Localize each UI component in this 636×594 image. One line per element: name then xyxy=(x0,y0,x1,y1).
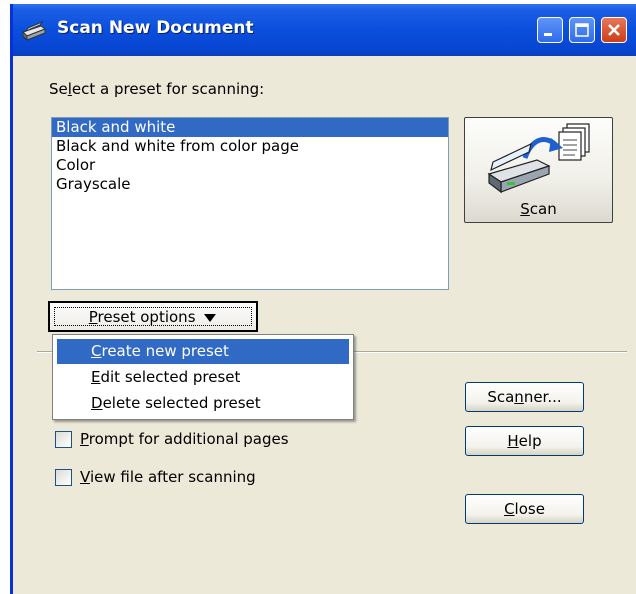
prompt-checkbox-mnemonic: P xyxy=(80,430,89,448)
preset-item-color[interactable]: Color xyxy=(52,156,448,175)
preset-list-label-text: Se xyxy=(49,80,68,98)
prompt-checkbox[interactable] xyxy=(55,431,72,448)
preset-options-mnemonic: P xyxy=(88,308,98,326)
menu-item-create-new-preset[interactable]: Create new preset xyxy=(57,339,349,364)
menu-item-delete-mnemonic: D xyxy=(91,394,103,412)
maximize-icon xyxy=(575,23,589,37)
scanner-button-mnemonic: n xyxy=(514,388,524,406)
close-button-text: lose xyxy=(514,500,545,518)
scan-button-label: Scan xyxy=(465,200,612,218)
close-icon xyxy=(608,24,620,36)
preset-options-label: reset options xyxy=(97,308,196,326)
title-bar[interactable]: Scan New Document xyxy=(13,4,636,56)
scan-button[interactable]: Scan xyxy=(464,117,613,223)
help-button-text: elp xyxy=(518,432,542,450)
preset-list-label-text-rest: ect a preset for scanning: xyxy=(71,80,265,98)
minimize-button[interactable] xyxy=(537,17,563,43)
close-button-mnemonic: C xyxy=(504,500,515,518)
close-button[interactable]: Close xyxy=(465,494,584,524)
preset-item-grayscale[interactable]: Grayscale xyxy=(52,175,448,194)
preset-item-black-and-white-from-color-page[interactable]: Black and white from color page xyxy=(52,137,448,156)
scan-button-mnemonic: S xyxy=(520,200,530,218)
preset-options-menu: Create new preset Edit selected preset D… xyxy=(52,334,354,420)
preset-options-button[interactable]: Preset options xyxy=(48,301,258,332)
scan-dialog: Scan New Document Select a preset for sc… xyxy=(10,4,636,594)
preset-listbox[interactable]: Black and white Black and white from col… xyxy=(51,117,449,290)
preset-options-focus: Preset options xyxy=(54,307,252,326)
menu-item-edit-selected-preset[interactable]: Edit selected preset xyxy=(57,365,349,390)
menu-item-delete-selected-preset[interactable]: Delete selected preset xyxy=(57,391,349,416)
view-file-checkbox-mnemonic: V xyxy=(80,468,90,486)
help-button-mnemonic: H xyxy=(507,432,519,450)
view-file-checkbox[interactable] xyxy=(55,469,72,486)
scanner-icon xyxy=(487,123,590,194)
help-button[interactable]: Help xyxy=(465,426,584,456)
menu-item-delete-text: elete selected preset xyxy=(102,394,261,412)
scanner-button[interactable]: Scanner... xyxy=(465,382,584,412)
view-file-checkbox-label: View file after scanning xyxy=(80,468,256,486)
minimize-icon xyxy=(544,33,552,36)
close-window-button[interactable] xyxy=(601,17,627,43)
preset-list-label: Select a preset for scanning: xyxy=(49,80,264,98)
scanner-button-text-rest: ner... xyxy=(523,388,562,406)
scanner-app-icon xyxy=(22,20,47,42)
maximize-button[interactable] xyxy=(569,17,595,43)
dropdown-arrow-icon xyxy=(204,313,217,322)
prompt-checkbox-label: Prompt for additional pages xyxy=(80,430,289,448)
menu-item-create-mnemonic: C xyxy=(91,342,102,360)
view-file-checkbox-text: iew file after scanning xyxy=(89,468,256,486)
scanner-button-text: Sca xyxy=(487,388,515,406)
window-title: Scan New Document xyxy=(57,18,254,38)
scan-button-text: can xyxy=(529,200,557,218)
preset-item-black-and-white[interactable]: Black and white xyxy=(52,118,448,137)
prompt-checkbox-text: rompt for additional pages xyxy=(88,430,289,448)
menu-item-create-text: reate new preset xyxy=(101,342,229,360)
menu-item-edit-text: dit selected preset xyxy=(100,368,241,386)
